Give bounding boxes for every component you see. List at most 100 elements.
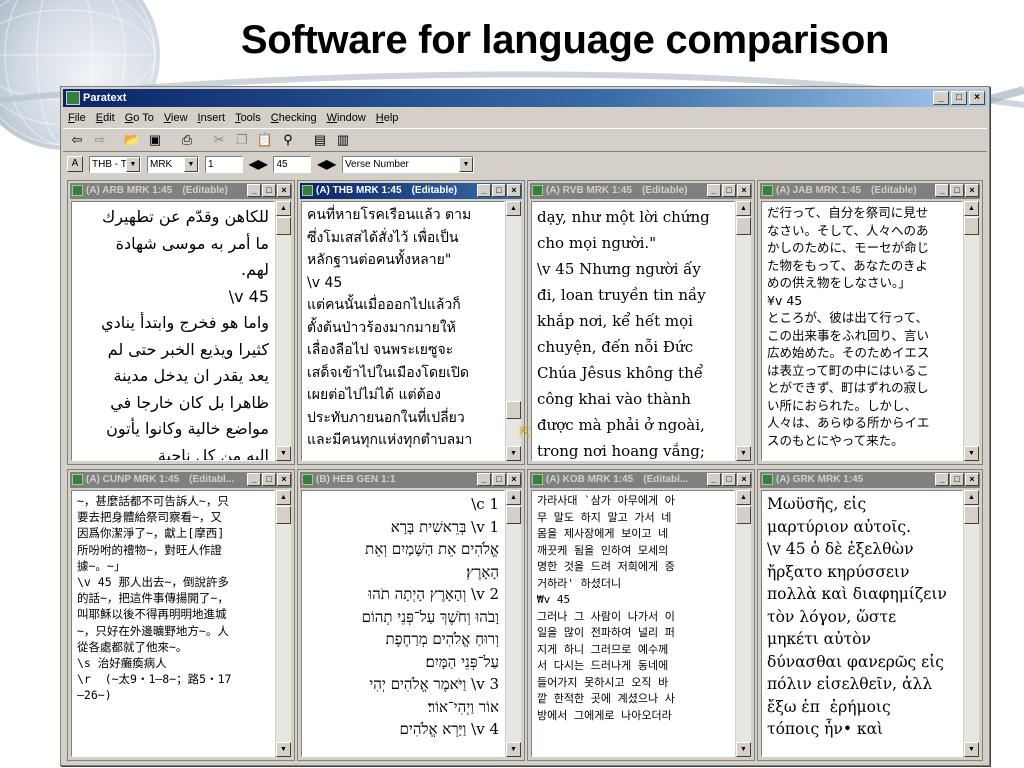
save-icon[interactable]: ▣	[145, 130, 165, 150]
menu-bar: File Edit Go To View Insert Tools Checki…	[63, 109, 987, 127]
menu-edit[interactable]: Edit	[96, 112, 115, 124]
find-icon[interactable]: ⚲	[278, 130, 298, 150]
pane-close-button[interactable]: ×	[507, 473, 521, 486]
book-icon	[302, 474, 313, 485]
pane-text-heb[interactable]: c 1\ v 1\ בְּרֵאשִׁית בָּרָא אֱלֹהִים אֵ…	[301, 490, 505, 757]
pane-title-cunp[interactable]: (A) CUNP MRK 1:45 (Editabl... _ □ ×	[70, 472, 292, 488]
pane-minimize-button[interactable]: _	[935, 184, 949, 197]
pane-close-button[interactable]: ×	[965, 184, 979, 197]
pane-maximize-button[interactable]: □	[492, 473, 506, 486]
pane-minimize-button[interactable]: _	[935, 473, 949, 486]
pane-scrollbar[interactable]: ▲ ▼	[506, 490, 521, 757]
pane-scrollbar[interactable]: ▲ ▼	[736, 490, 751, 757]
menu-insert[interactable]: Insert	[198, 112, 226, 124]
pane-text-rvb[interactable]: dạy, như một lời chứng cho mọi người." \…	[531, 201, 735, 461]
open-folder-icon[interactable]: 📂	[122, 130, 142, 150]
pane-scrollbar[interactable]: ▲ ▼	[276, 490, 291, 757]
chapter-prev-next-icon[interactable]: ◀▶	[249, 157, 267, 171]
print-icon[interactable]: ⎙	[177, 130, 197, 150]
pane-minimize-button[interactable]: _	[707, 184, 721, 197]
pane-maximize-button[interactable]: □	[950, 184, 964, 197]
view-mode-value: Verse Number	[344, 158, 409, 170]
pane-maximize-button[interactable]: □	[722, 184, 736, 197]
window-icon[interactable]: ▤	[310, 130, 330, 150]
pane-close-button[interactable]: ×	[737, 184, 751, 197]
pane-close-button[interactable]: ×	[965, 473, 979, 486]
pane-kob[interactable]: (A) KOB MRK 1:45 (Editabl... _ □ × 가라사대 `삼가…	[527, 469, 755, 761]
pane-jab[interactable]: (A) JAB MRK 1:45 (Editable) _ □ × だ行って、自分を祭…	[757, 180, 983, 465]
menu-goto[interactable]: Go To	[125, 112, 154, 124]
pane-scrollbar[interactable]: ▲ ▼	[964, 490, 979, 757]
pane-maximize-button[interactable]: □	[262, 184, 276, 197]
pane-title-heb[interactable]: (B) HEB GEN 1:1 _ □ ×	[300, 472, 522, 488]
pane-minimize-button[interactable]: _	[707, 473, 721, 486]
maximize-button[interactable]: □	[951, 91, 967, 105]
pane-heb[interactable]: (B) HEB GEN 1:1 _ □ × c 1\ v 1\ בְּרֵאשִׁי…	[297, 469, 525, 761]
paste-icon[interactable]: 📋	[255, 130, 275, 150]
pane-title-thb[interactable]: (A) THB MRK 1:45 (Editable) _ □ ×	[300, 183, 522, 199]
book-select[interactable]: MRK ▼	[147, 155, 199, 173]
pane-title-arb[interactable]: (A) ARB MRK 1:45 (Editable) _ □ ×	[70, 183, 292, 199]
pane-cunp[interactable]: (A) CUNP MRK 1:45 (Editabl... _ □ × ~，甚麼話都不…	[67, 469, 295, 761]
copy-icon[interactable]: ❐	[232, 130, 252, 150]
pane-close-button[interactable]: ×	[737, 473, 751, 486]
pane-text-arb[interactable]: للكاهن وقدّم عن تطهيرك ما أمر به موسى شه…	[71, 201, 275, 461]
menu-help[interactable]: Help	[376, 112, 399, 124]
pane-maximize-button[interactable]: □	[722, 473, 736, 486]
menu-file[interactable]: File	[68, 112, 86, 124]
menu-view[interactable]: View	[164, 112, 188, 124]
pane-scrollbar[interactable]: ▲ ▼	[276, 201, 291, 461]
pane-text-thb[interactable]: คนที่หายโรคเรือนแล้ว ตาม ซึ่งโมเสสได้สั่…	[301, 201, 505, 461]
main-toolbar: ⇦ ⇨ 📂 ▣ ⎙ ✂ ❐ 📋 ⚲ ▤ ▥	[63, 128, 987, 152]
back-icon[interactable]: ⇦	[67, 130, 87, 150]
book-icon	[302, 185, 313, 196]
mouse-cursor-icon: ⇱	[519, 425, 531, 441]
menu-tools[interactable]: Tools	[235, 112, 261, 124]
pane-title-jab[interactable]: (A) JAB MRK 1:45 (Editable) _ □ ×	[760, 183, 980, 199]
chapter-input[interactable]: 1	[205, 155, 243, 173]
pane-maximize-button[interactable]: □	[950, 473, 964, 486]
app-icon	[66, 91, 80, 105]
verse-prev-next-icon[interactable]: ◀▶	[317, 157, 335, 171]
pane-scrollbar[interactable]: ▲ ▼	[964, 201, 979, 461]
project-select[interactable]: THB - T ▼	[89, 155, 141, 173]
pane-close-button[interactable]: ×	[507, 184, 521, 197]
pane-rvb[interactable]: (A) RVB MRK 1:45 (Editable) _ □ × dạy, như …	[527, 180, 755, 465]
window-titlebar[interactable]: Paratext _ □ ×	[63, 89, 987, 107]
pane-arb[interactable]: (A) ARB MRK 1:45 (Editable) _ □ × للكاهن وق…	[67, 180, 295, 465]
pane-title-kob[interactable]: (A) KOB MRK 1:45 (Editabl... _ □ ×	[530, 472, 752, 488]
pane-close-button[interactable]: ×	[277, 184, 291, 197]
pane-close-button[interactable]: ×	[277, 473, 291, 486]
pane-title-rvb[interactable]: (A) RVB MRK 1:45 (Editable) _ □ ×	[530, 183, 752, 199]
pane-minimize-button[interactable]: _	[247, 473, 261, 486]
chapter-value: 1	[208, 158, 214, 170]
pane-minimize-button[interactable]: _	[477, 473, 491, 486]
font-a-button[interactable]: A	[67, 156, 83, 172]
verse-input[interactable]: 45	[273, 155, 312, 173]
book-icon	[762, 474, 773, 485]
forward-icon[interactable]: ⇨	[90, 130, 110, 150]
pane-maximize-button[interactable]: □	[262, 473, 276, 486]
cut-icon[interactable]: ✂	[209, 130, 229, 150]
menu-checking[interactable]: Checking	[271, 112, 317, 124]
pane-title-grk[interactable]: (A) GRK MRK 1:45 _ □ ×	[760, 472, 980, 488]
minimize-button[interactable]: _	[933, 91, 949, 105]
pane-scrollbar[interactable]: ▲ ▼	[506, 201, 521, 461]
pane-text-kob[interactable]: 가라사대 `삼가 아무에게 아 무 말도 하지 말고 가서 네 몸을 제사장에게…	[531, 490, 735, 757]
slide: Software for language comparison Paratex…	[0, 0, 1024, 768]
view-mode-select[interactable]: Verse Number ▼	[341, 155, 474, 173]
pane-text-cunp[interactable]: ~，甚麼話都不可告訴人~，只 要去把身體給祭司察看~，又 因爲你潔淨了~，獻上[…	[71, 490, 275, 757]
book-icon	[532, 185, 543, 196]
pane-maximize-button[interactable]: □	[492, 184, 506, 197]
pane-thb[interactable]: (A) THB MRK 1:45 (Editable) _ □ × คนที่หายโ…	[297, 180, 525, 465]
window2-icon[interactable]: ▥	[333, 130, 353, 150]
pane-grk[interactable]: (A) GRK MRK 1:45 _ □ × Μωϋσῆς, εἰς μαρτύρι…	[757, 469, 983, 761]
pane-minimize-button[interactable]: _	[477, 184, 491, 197]
close-button[interactable]: ×	[969, 91, 985, 105]
pane-scrollbar[interactable]: ▲ ▼	[736, 201, 751, 461]
book-icon	[762, 185, 773, 196]
pane-text-jab[interactable]: だ行って、自分を祭司に見せ なさい。そして、人々へのあ かしのために、モーセが命…	[761, 201, 963, 461]
pane-minimize-button[interactable]: _	[247, 184, 261, 197]
menu-window[interactable]: Window	[327, 112, 366, 124]
pane-text-grk[interactable]: Μωϋσῆς, εἰς μαρτύριον αὐτοῖς. \v 45 ὁ δὲ…	[761, 490, 963, 757]
